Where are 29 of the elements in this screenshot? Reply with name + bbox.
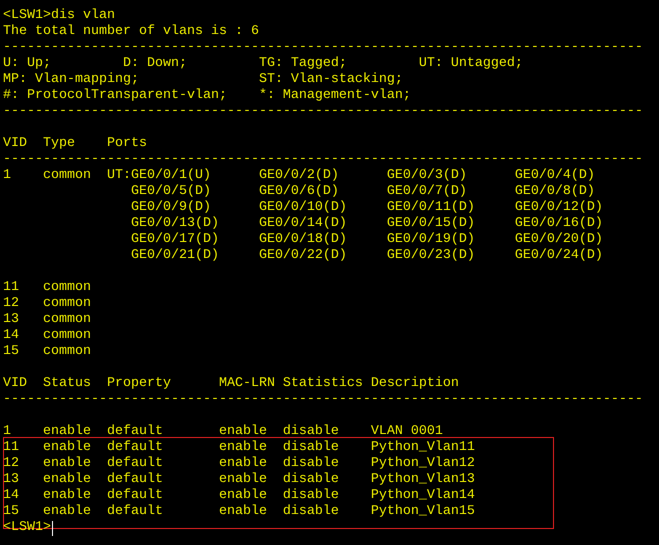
terminal-line: 13 enable default enable disable Python_Vlan13 bbox=[3, 472, 475, 488]
terminal-line: -------------------------------------------------------------------------------- bbox=[3, 104, 643, 120]
terminal-line: 15 common bbox=[3, 344, 91, 360]
terminal-line: The total number of vlans is : 6 bbox=[3, 24, 259, 40]
terminal-line: MP: Vlan-mapping; ST: Vlan-stacking; bbox=[3, 72, 403, 88]
terminal-line: 14 common bbox=[3, 328, 91, 344]
terminal-line: 1 common UT:GE0/0/1(U) GE0/0/2(D) GE0/0/3(D) GE0/0/4(D) bbox=[3, 168, 595, 184]
terminal-line: GE0/0/9(D) GE0/0/10(D) GE0/0/11(D) GE0/0/12(D) bbox=[130, 200, 603, 216]
terminal-line: 11 enable default enable disable Python_Vlan11 bbox=[3, 440, 475, 456]
terminal-line: -------------------------------------------------------------------------------- bbox=[3, 40, 643, 56]
terminal-line: GE0/0/17(D) GE0/0/18(D) GE0/0/19(D) GE0/0/20(D) bbox=[130, 232, 603, 248]
terminal-line: -------------------------------------------------------------------------------- bbox=[3, 392, 643, 408]
terminal-line: 13 common bbox=[3, 312, 91, 328]
terminal-line: GE0/0/13(D) GE0/0/14(D) GE0/0/15(D) GE0/0/16(D) bbox=[130, 216, 603, 232]
terminal-line: GE0/0/5(D) GE0/0/6(D) GE0/0/7(D) GE0/0/8(D) bbox=[130, 184, 595, 200]
terminal-line: 12 common bbox=[3, 296, 91, 312]
terminal-line: 14 enable default enable disable Python_Vlan14 bbox=[3, 488, 475, 504]
terminal-line: VID Type Ports bbox=[3, 136, 147, 152]
text-cursor bbox=[52, 520, 53, 536]
terminal-line: VID Status Property MAC-LRN Statistics Description bbox=[3, 376, 459, 392]
terminal-line: <LSW1>dis vlan bbox=[3, 8, 115, 24]
terminal-line: 12 enable default enable disable Python_Vlan12 bbox=[3, 456, 475, 472]
terminal-line: 1 enable default enable disable VLAN 0001 bbox=[3, 424, 443, 440]
terminal-line: 11 common bbox=[3, 280, 91, 296]
terminal-line: U: Up; D: Down; TG: Tagged; UT: Untagged; bbox=[3, 56, 523, 72]
terminal-line: 15 enable default enable disable Python_Vlan15 bbox=[3, 504, 475, 520]
terminal-line: #: ProtocolTransparent-vlan; *: Management-vlan; bbox=[3, 88, 411, 104]
terminal-line: -------------------------------------------------------------------------------- bbox=[3, 152, 643, 168]
terminal-line: GE0/0/21(D) GE0/0/22(D) GE0/0/23(D) GE0/0/24(D) bbox=[130, 248, 603, 264]
